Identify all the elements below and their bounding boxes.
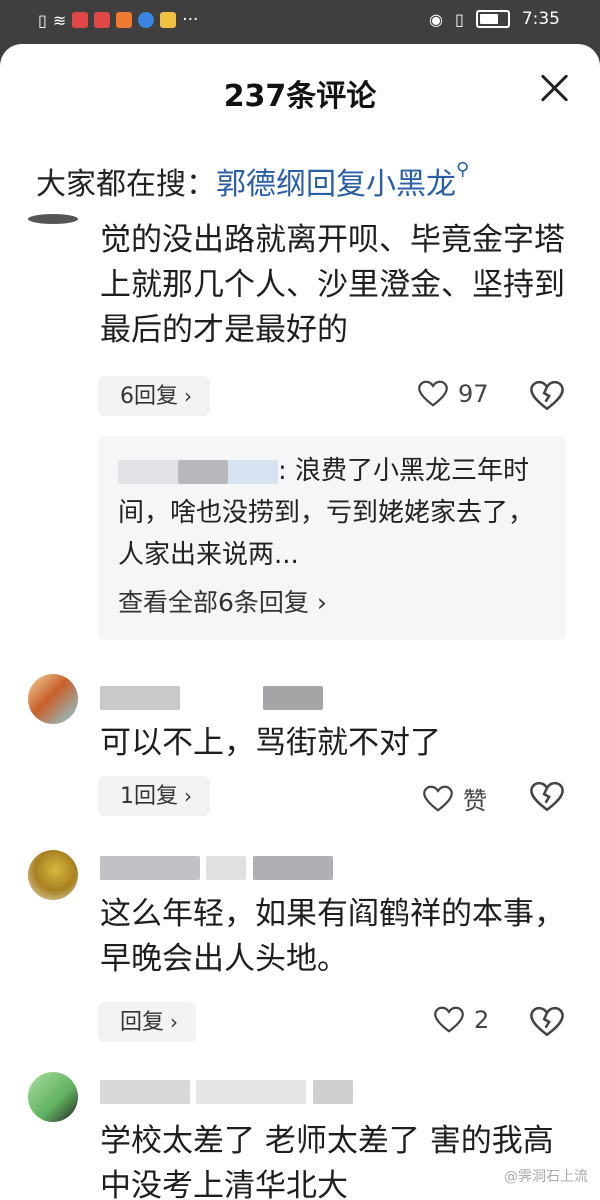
username[interactable] [100,684,323,710]
dislike-icon[interactable] [530,781,564,813]
status-icons-left: ▯ ≋ ··· [38,10,198,30]
eye-comfort-icon: ◉ [429,9,443,29]
comment-text: 觉的没出路就离开呗、毕竟金字塔上就那几个人、沙里澄金、坚持到最后的才是最好的 [100,222,565,348]
heart-icon [418,380,448,407]
username[interactable] [100,1078,353,1104]
watermark: @霁洞石上流 [504,1169,588,1185]
like-button[interactable]: 2 [434,1006,489,1034]
like-button[interactable]: 97 [418,380,489,408]
chevron-right-icon: › [316,588,327,617]
heart-icon [423,785,453,812]
reply-author-name [228,459,278,484]
comment-text: 可以不上，骂街就不对了 [100,725,441,761]
search-suggestion[interactable]: 大家都在搜：郭德纲回复小黑龙⚲ [36,159,469,203]
search-suggestion-prefix: 大家都在搜： [36,167,216,202]
app-notification-icon [72,12,89,28]
reply-author-name [178,459,228,484]
search-icon: ⚲ [456,159,470,180]
reply-author-name[interactable] [118,459,178,484]
comment-text: 学校太差了 老师太差了 害的我高中没考上清华北大 [100,1123,554,1200]
comments-sheet: 237条评论 大家都在搜：郭德纲回复小黑龙⚲ 觉的没出路就离开呗、毕竟金字塔上就… [0,44,600,1200]
video-app-icon [116,12,133,28]
dislike-icon[interactable] [530,380,564,412]
like-count: 97 [458,380,489,408]
reply-preview[interactable]: : 浪费了小黑龙三年时间，啥也没捞到，亏到姥姥家去了，人家出来说两... 查看全… [98,436,566,640]
app-notification-icon [94,12,111,28]
app-notification-icon [160,12,177,28]
search-suggestion-keyword[interactable]: 郭德纲回复小黑龙 [216,167,456,202]
comment-text: 这么年轻，如果有阎鹤祥的本事，早晚会出人头地。 [100,896,565,977]
username[interactable] [100,854,333,880]
sim-icon: ▯ [38,10,47,30]
clock: 7:35 [521,9,560,29]
avatar[interactable] [28,1072,78,1122]
status-bar: ▯ ≋ ··· ◉ ▯ 7:35 [0,0,600,42]
replies-button[interactable]: 6回复 › [98,376,210,416]
close-button[interactable] [538,72,570,104]
replies-count: 回复 [120,1010,165,1035]
avatar[interactable] [28,674,78,724]
chevron-right-icon: › [170,1010,179,1034]
heart-icon [434,1006,464,1033]
vibrate-icon: ▯ [455,9,464,29]
replies-button[interactable]: 回复 › [98,1002,197,1042]
more-notifications-icon: ··· [182,10,199,30]
replies-button[interactable]: 1回复 › [98,776,210,816]
dislike-icon[interactable] [530,1006,564,1038]
like-count: 2 [474,1006,490,1034]
wifi-icon: ≋ [52,10,67,30]
avatar[interactable] [28,214,78,224]
sheet-title: 237条评论 [223,79,377,114]
status-icons-right: ◉ ▯ 7:35 [429,9,560,29]
view-all-replies-link[interactable]: 查看全部6条回复 › [118,583,327,619]
battery-icon [475,10,510,28]
avatar[interactable] [28,850,78,900]
like-count: 赞 [463,787,487,815]
chevron-right-icon: › [184,384,192,408]
replies-count: 1回复 [120,784,178,809]
like-button[interactable]: 赞 [423,781,487,816]
chevron-right-icon: › [184,784,192,808]
replies-count: 6回复 [120,384,178,409]
browser-app-icon [138,12,155,28]
